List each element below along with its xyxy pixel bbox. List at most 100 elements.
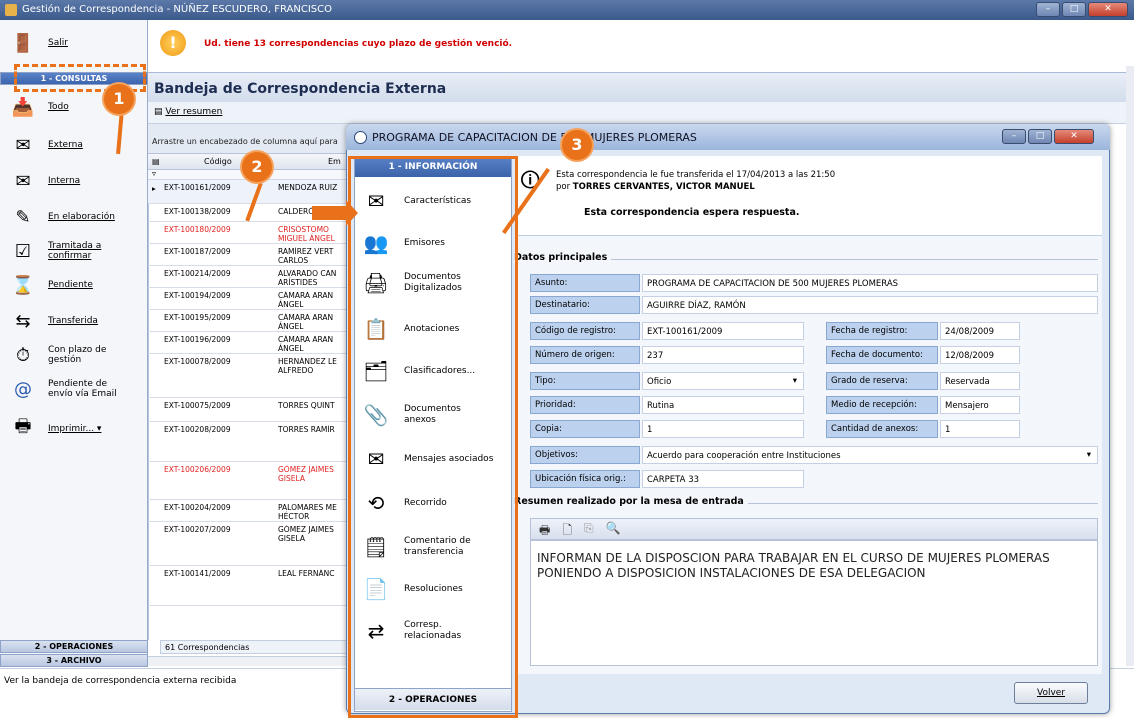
section-resumen: Resumen realizado por la mesa de entrada — [514, 496, 748, 507]
maximize-button[interactable]: □ — [1062, 2, 1086, 17]
resumen-textarea[interactable]: INFORMAN DE LA DISPOSCION PARA TRABAJAR … — [530, 540, 1098, 666]
cell-codigo: EXT-100207/2009 — [164, 525, 231, 534]
table-row[interactable]: EXT-100206/2009 GÓMEZ JAIMES GISELA — [148, 462, 358, 500]
dialog-app-icon — [354, 131, 367, 144]
cell-codigo: EXT-100208/2009 — [164, 425, 231, 434]
dialog-maximize-button[interactable]: □ — [1028, 129, 1052, 144]
sidebar-item-con-plazo[interactable]: ⏱ Con plazo de gestión — [0, 338, 148, 372]
email-icon: @ — [14, 378, 32, 400]
table-row[interactable]: EXT-100207/2009 GÓMEZ JAIMES GISELA — [148, 522, 358, 566]
objetivos-select[interactable]: Acuerdo para cooperación entre Instituci… — [642, 446, 1098, 464]
external-mail-icon: ✉ — [15, 134, 31, 156]
objetivos-label: Objetivos: — [530, 446, 640, 464]
close-button[interactable]: ✕ — [1088, 2, 1128, 17]
cell-codigo: EXT-100214/2009 — [164, 269, 231, 278]
page-title: Bandeja de Correspondencia Externa — [148, 72, 1134, 102]
ubicacion-field[interactable]: CARPETA 33 — [642, 470, 804, 488]
cell-codigo: EXT-100196/2009 — [164, 335, 231, 344]
table-row[interactable]: EXT-100180/2009 CRISÓSTOMO MIGUEL ÁNGEL — [148, 222, 358, 244]
tipo-label: Tipo: — [530, 372, 640, 390]
dialog-minimize-button[interactable]: – — [1002, 129, 1026, 144]
table-row[interactable]: EXT-100187/2009 RAMÍREZ VERT CARLOS — [148, 244, 358, 266]
table-row[interactable]: EXT-100208/2009 TORRES RAMÍR — [148, 422, 358, 462]
copia-field[interactable]: 1 — [642, 420, 804, 438]
table-row[interactable]: EXT-100196/2009 CÁMARA ARAN ÁNGEL — [148, 332, 358, 354]
sidebar-item-en-elaboracion[interactable]: ✎ En elaboración — [0, 200, 148, 234]
horizontal-scrollbar[interactable] — [148, 656, 358, 666]
sidebar-item-interna[interactable]: ✉ Interna — [0, 164, 148, 198]
grid-count: 61 Correspondencias — [160, 640, 360, 654]
minimize-button[interactable]: – — [1036, 2, 1060, 17]
dialog-close-button[interactable]: ✕ — [1054, 129, 1094, 144]
transfer-by-name: TORRES CERVANTES, VICTOR MANUEL — [572, 182, 755, 192]
app-icon — [5, 4, 17, 16]
sidebar-item-externa[interactable]: ✉ Externa — [0, 128, 148, 162]
table-row[interactable]: EXT-100214/2009 ALVARADO CAN ARÍSTIDES — [148, 266, 358, 288]
ubicacion-label: Ubicación física orig.: — [530, 470, 640, 488]
ver-resumen-button[interactable]: ▤ Ver resumen — [154, 107, 222, 117]
volver-button[interactable]: Volver — [1014, 682, 1088, 704]
copy-icon[interactable]: ⎘ — [584, 521, 594, 537]
numero-origen-field[interactable]: 237 — [642, 346, 804, 364]
window-title: Gestión de Correspondencia - NÚÑEZ ESCUD… — [22, 4, 332, 15]
chevron-down-icon: ▾ — [1086, 450, 1091, 460]
operaciones-header[interactable]: 2 - OPERACIONES — [0, 640, 148, 653]
column-codigo[interactable]: Código — [204, 157, 232, 166]
section-datos-principales: Datos principales — [514, 252, 612, 263]
sidebar-item-transferida[interactable]: ⇆ Transferida — [0, 304, 148, 338]
resumen-toolbar: 🖶 🗋 ⎘ 🔍 — [530, 518, 1098, 540]
column-emisor[interactable]: Em — [328, 157, 341, 166]
print-icon[interactable]: 🖶 — [539, 521, 550, 537]
table-row[interactable]: EXT-100141/2009 LEAL FERNÁNC — [148, 566, 358, 606]
sidebar: 🚪 Salir 1 - CONSULTAS 📥 Todo ✉ Externa ✉… — [0, 20, 148, 667]
find-icon[interactable]: 🔍 — [606, 521, 621, 537]
table-row[interactable]: EXT-100075/2009 TORRES QUINT — [148, 398, 358, 422]
tipo-select[interactable]: Oficio ▾ — [642, 372, 804, 390]
grado-reserva-field[interactable]: Reservada — [940, 372, 1020, 390]
group-by-hint: Arrastre un encabezado de columna aquí p… — [152, 137, 338, 146]
title-bar: Gestión de Correspondencia - NÚÑEZ ESCUD… — [0, 0, 1134, 20]
cell-codigo: EXT-100078/2009 — [164, 357, 231, 366]
sidebar-item-pendiente[interactable]: ⌛ Pendiente — [0, 268, 148, 302]
cell-codigo: EXT-100194/2009 — [164, 291, 231, 300]
numero-origen-label: Número de origen: — [530, 346, 640, 364]
exit-door-icon: 🚪 — [11, 32, 35, 54]
vertical-scrollbar[interactable] — [1126, 66, 1134, 666]
imprimir-menu[interactable]: 🖶 Imprimir... ▾ — [0, 412, 148, 446]
table-row[interactable]: EXT-100204/2009 PALOMARES ME HÉCTOR — [148, 500, 358, 522]
transfer-info-box — [516, 156, 1102, 236]
asunto-field[interactable]: PROGRAMA DE CAPACITACION DE 500 MUJERES … — [642, 274, 1098, 292]
cell-codigo: EXT-100075/2009 — [164, 401, 231, 410]
column-chooser-icon[interactable]: ▤ — [152, 157, 160, 166]
confirm-icon: ☑ — [14, 240, 32, 262]
cell-codigo: EXT-100204/2009 — [164, 503, 231, 512]
cantidad-anexos-field[interactable]: 1 — [940, 420, 1020, 438]
dialog-title: PROGRAMA DE CAPACITACION DE 500 MUJERES … — [346, 124, 1110, 150]
salir-button[interactable]: 🚪 Salir — [0, 26, 148, 60]
table-row[interactable]: EXT-100194/2009 CÁMARA ARAN ÁNGEL — [148, 288, 358, 310]
sidebar-item-tramitada[interactable]: ☑ Tramitada a confirmar — [0, 234, 148, 268]
table-row[interactable]: EXT-100078/2009 HERNÁNDEZ LE ALFREDO — [148, 354, 358, 398]
archivo-header[interactable]: 3 - ARCHIVO — [0, 654, 148, 667]
fecha-documento-field[interactable]: 12/08/2009 — [940, 346, 1020, 364]
dialog-window-controls: – □ ✕ — [1002, 129, 1094, 144]
destinatario-field[interactable]: AGUIRRE DÍAZ, RAMÓN — [642, 296, 1098, 314]
callout-badge-2: 2 — [242, 152, 272, 182]
warning-icon: ! — [160, 30, 186, 56]
prioridad-field[interactable]: Rutina — [642, 396, 804, 414]
summary-icon: ▤ — [154, 107, 166, 117]
chevron-down-icon: ▾ — [792, 376, 797, 386]
table-row[interactable]: EXT-100195/2009 CÁMARA ARAN ÁNGEL — [148, 310, 358, 332]
transfer-date-text: Esta correspondencia le fue transferida … — [556, 170, 836, 180]
codigo-registro-field[interactable]: EXT-100161/2009 — [642, 322, 804, 340]
notice-text: Ud. tiene 13 correspondencias cuyo plazo… — [204, 39, 513, 49]
cell-codigo: EXT-100180/2009 — [164, 225, 231, 234]
callout-badge-3: 3 — [562, 130, 592, 160]
sidebar-item-pendiente-email[interactable]: @ Pendiente de envío vía Email — [0, 372, 148, 406]
medio-recepcion-field[interactable]: Mensajero — [940, 396, 1020, 414]
callout-highlight-menu — [348, 156, 518, 718]
deadline-icon: ⏱ — [15, 344, 31, 366]
fecha-registro-field[interactable]: 24/08/2009 — [940, 322, 1020, 340]
draft-icon: ✎ — [15, 206, 31, 228]
preview-icon[interactable]: 🗋 — [562, 521, 572, 537]
